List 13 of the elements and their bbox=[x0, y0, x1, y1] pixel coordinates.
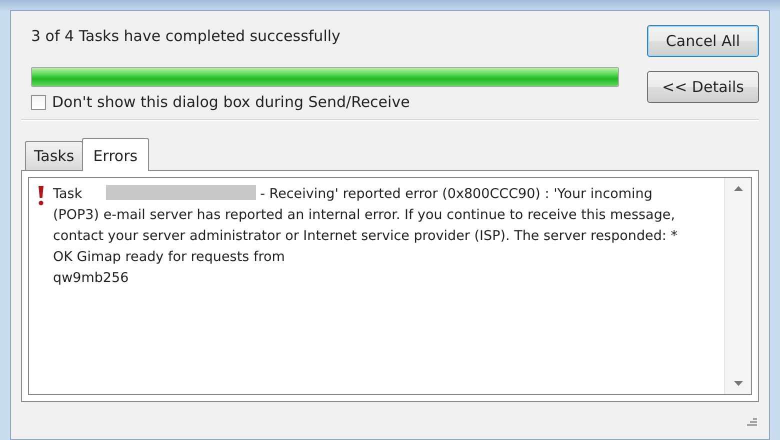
resize-grip-icon[interactable] bbox=[745, 416, 759, 426]
dialog-button[interactable]: Cancel All bbox=[647, 25, 759, 57]
tab[interactable]: Errors bbox=[82, 138, 149, 171]
checkbox[interactable] bbox=[31, 94, 46, 110]
checkbox-label: Don't show this dialog box during Send/Receive bbox=[52, 93, 410, 111]
tab[interactable]: Tasks bbox=[25, 141, 84, 170]
error-message: Task - Receiving' reported error (0x800CCC90) : 'Your incoming (POP3) e-mail server has reported an internal error. If you continue to receive this message, contact your server administrator or Internet service provider (ISP). The server responded: * OK Gimap ready for requests from qw9mb256 bbox=[53, 184, 679, 288]
dialog-button[interactable]: << Details bbox=[647, 71, 759, 103]
error-icon bbox=[37, 185, 45, 207]
scrollbar[interactable] bbox=[724, 178, 751, 394]
scroll-down-icon[interactable] bbox=[734, 381, 742, 386]
scroll-up-icon[interactable] bbox=[734, 186, 742, 191]
status-text: 3 of 4 Tasks have completed successfully bbox=[31, 27, 342, 45]
